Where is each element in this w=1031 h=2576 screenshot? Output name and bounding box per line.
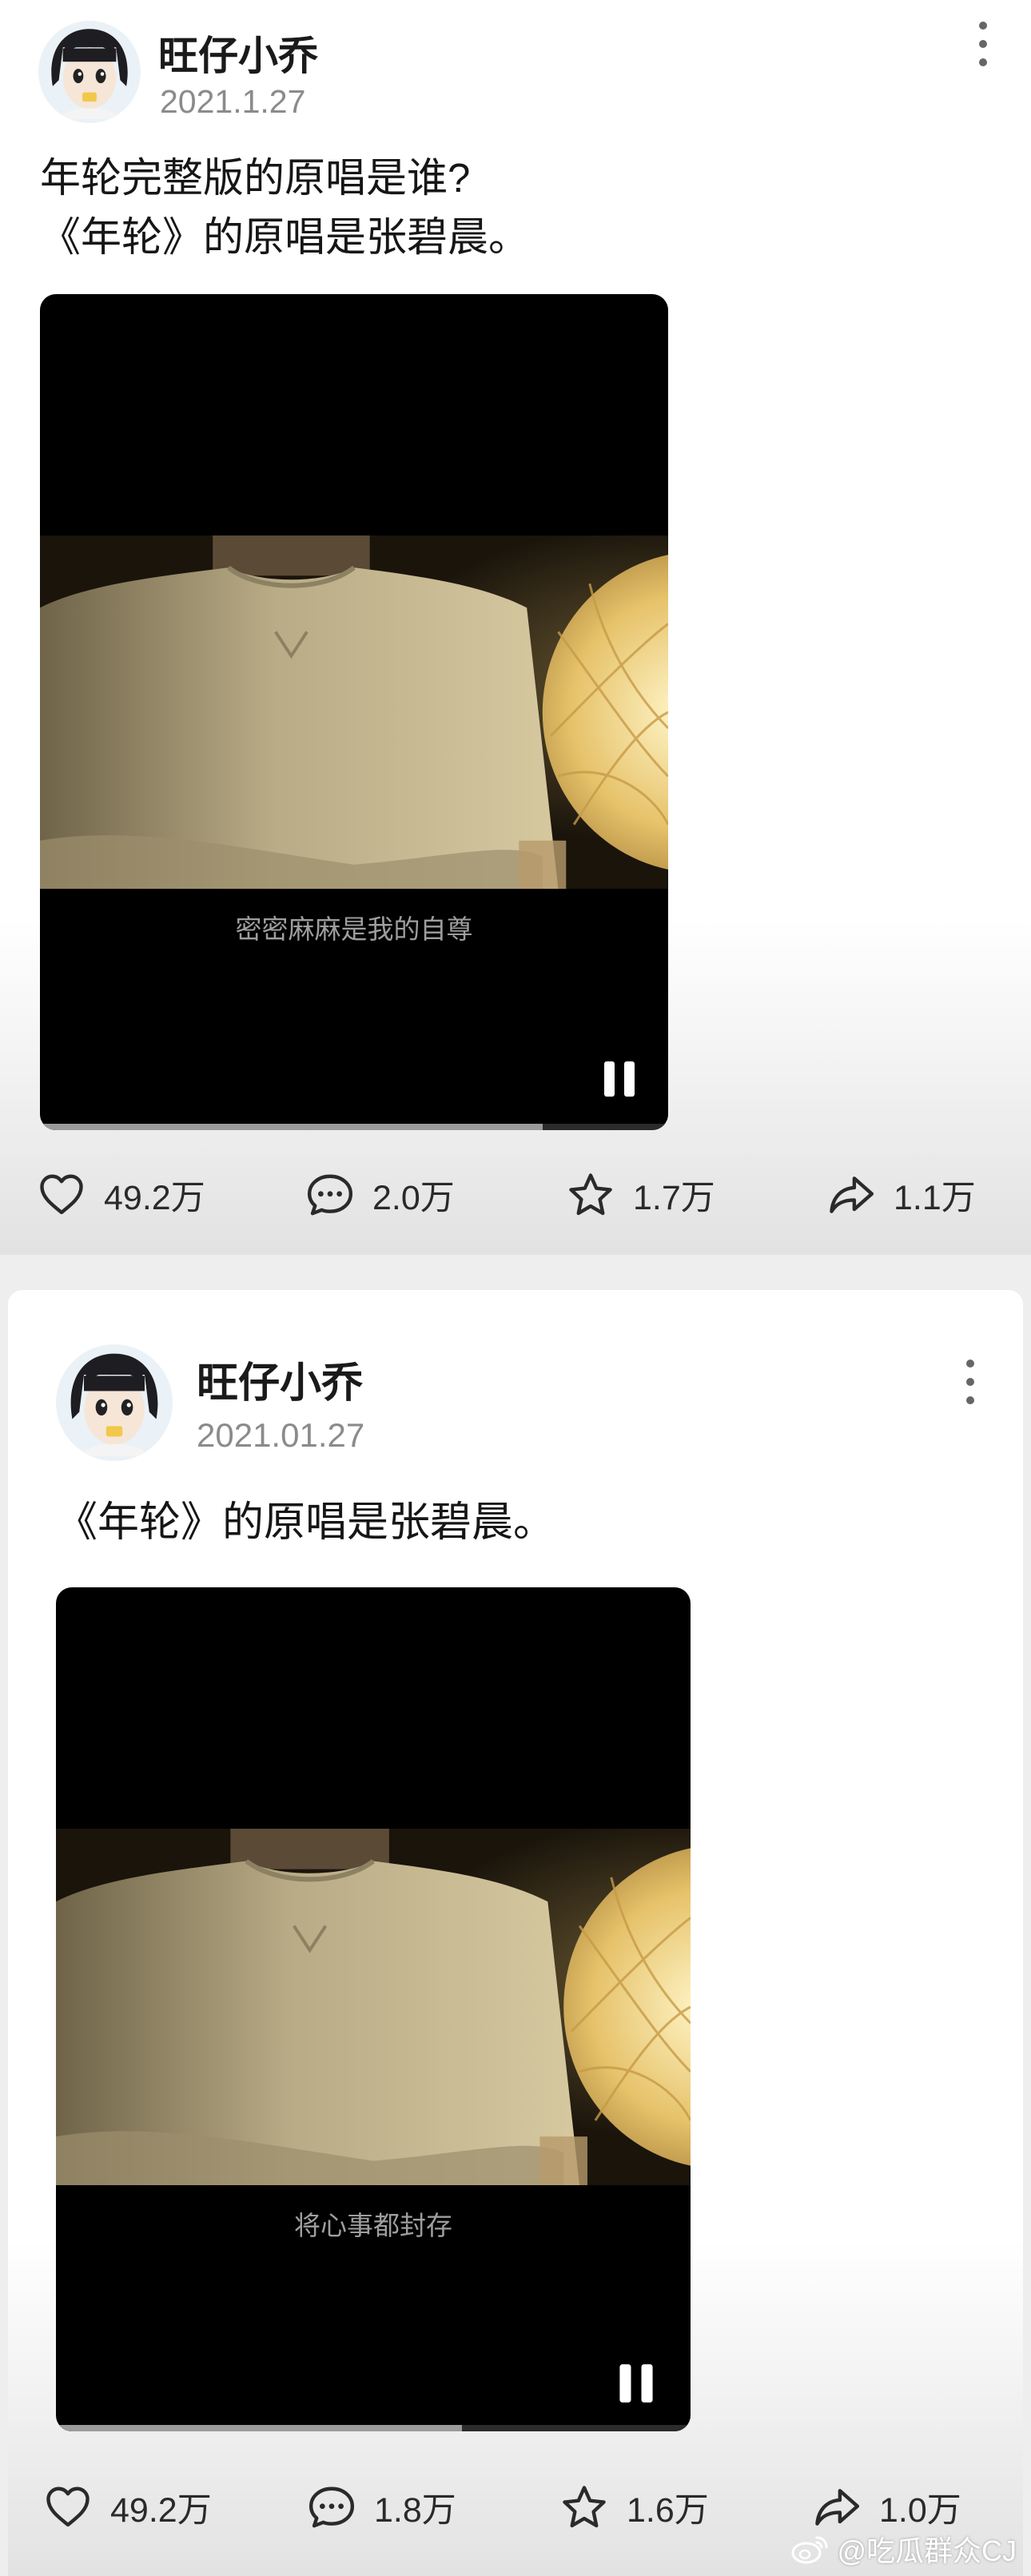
avatar[interactable]	[38, 21, 141, 123]
video-progress-bar[interactable]	[56, 2425, 691, 2431]
star-icon	[566, 1170, 615, 1220]
share-button[interactable]: 1.1万	[826, 1167, 976, 1223]
share-count: 1.1万	[894, 1179, 976, 1217]
share-icon	[826, 1170, 876, 1220]
favorite-button[interactable]: 1.7万	[566, 1167, 715, 1223]
video-frame	[40, 536, 668, 889]
share-icon	[812, 2482, 862, 2532]
post-card: 旺仔小乔 2021.1.27 年轮完整版的原唱是谁? 《年轮》的原唱是张碧晨。 …	[0, 0, 1031, 1255]
like-button[interactable]: 49.2万	[43, 2479, 212, 2535]
video-subtitle: 将心事都封存	[294, 2211, 452, 2240]
favorite-count: 1.7万	[633, 1179, 715, 1217]
post-text: 年轮完整版的原唱是谁? 《年轮》的原唱是张碧晨。	[40, 149, 529, 267]
comment-button[interactable]: 2.0万	[305, 1167, 455, 1223]
video-progress-bar[interactable]	[40, 1124, 668, 1130]
video-player[interactable]: 将心事都封存	[56, 1587, 691, 2431]
share-count: 1.0万	[879, 2491, 961, 2530]
pause-icon	[617, 2363, 655, 2404]
author-name[interactable]: 旺仔小乔	[197, 1349, 363, 1409]
share-button[interactable]: 1.0万	[812, 2479, 961, 2535]
more-vertical-icon	[967, 16, 999, 72]
video-progress-fill	[56, 2425, 463, 2431]
like-count: 49.2万	[104, 1179, 205, 1217]
more-vertical-icon	[954, 1354, 986, 1410]
avatar-image	[56, 1344, 173, 1461]
like-button[interactable]: 49.2万	[37, 1167, 205, 1223]
post-date: 2021.01.27	[197, 1416, 365, 1454]
pause-icon	[603, 1060, 636, 1098]
video-player[interactable]: 密密麻麻是我的自尊	[40, 294, 668, 1130]
comment-icon	[305, 1170, 355, 1220]
post-text-line: 《年轮》的原唱是张碧晨。	[40, 214, 530, 260]
favorite-count: 1.6万	[627, 2491, 709, 2530]
weibo-logo-icon	[790, 2533, 829, 2565]
video-still	[56, 1829, 691, 2185]
avatar[interactable]	[56, 1344, 173, 1461]
comment-icon	[307, 2482, 356, 2532]
star-icon	[559, 2482, 609, 2532]
heart-icon	[37, 1170, 86, 1220]
post-card: 旺仔小乔 2021.01.27 《年轮》的原唱是张碧晨。 将心事都封存 49.2…	[8, 1290, 1023, 2576]
video-subtitle: 密密麻麻是我的自尊	[235, 914, 473, 944]
watermark-text: @吃瓜群众CJ	[837, 2534, 1017, 2567]
post-text-line: 年轮完整版的原唱是谁?	[40, 155, 471, 201]
video-frame	[56, 1829, 691, 2185]
favorite-button[interactable]: 1.6万	[559, 2479, 709, 2535]
like-count: 49.2万	[110, 2491, 212, 2530]
post-text-line: 《年轮》的原唱是张碧晨。	[56, 1499, 555, 1546]
comment-button[interactable]: 1.8万	[307, 2479, 456, 2535]
post-text: 《年轮》的原唱是张碧晨。	[56, 1493, 555, 1552]
author-name[interactable]: 旺仔小乔	[158, 24, 318, 82]
video-progress-fill	[40, 1124, 543, 1130]
comment-count: 2.0万	[372, 1179, 455, 1217]
more-options-button[interactable]	[954, 1354, 986, 1410]
comment-count: 1.8万	[374, 2491, 456, 2530]
heart-icon	[43, 2482, 93, 2532]
pause-button[interactable]	[617, 2363, 655, 2404]
avatar-image	[38, 21, 141, 123]
post-date: 2021.1.27	[160, 83, 306, 120]
pause-button[interactable]	[603, 1060, 636, 1098]
watermark: @吃瓜群众CJ	[790, 2528, 1017, 2570]
video-still	[40, 536, 668, 889]
more-options-button[interactable]	[967, 16, 999, 72]
